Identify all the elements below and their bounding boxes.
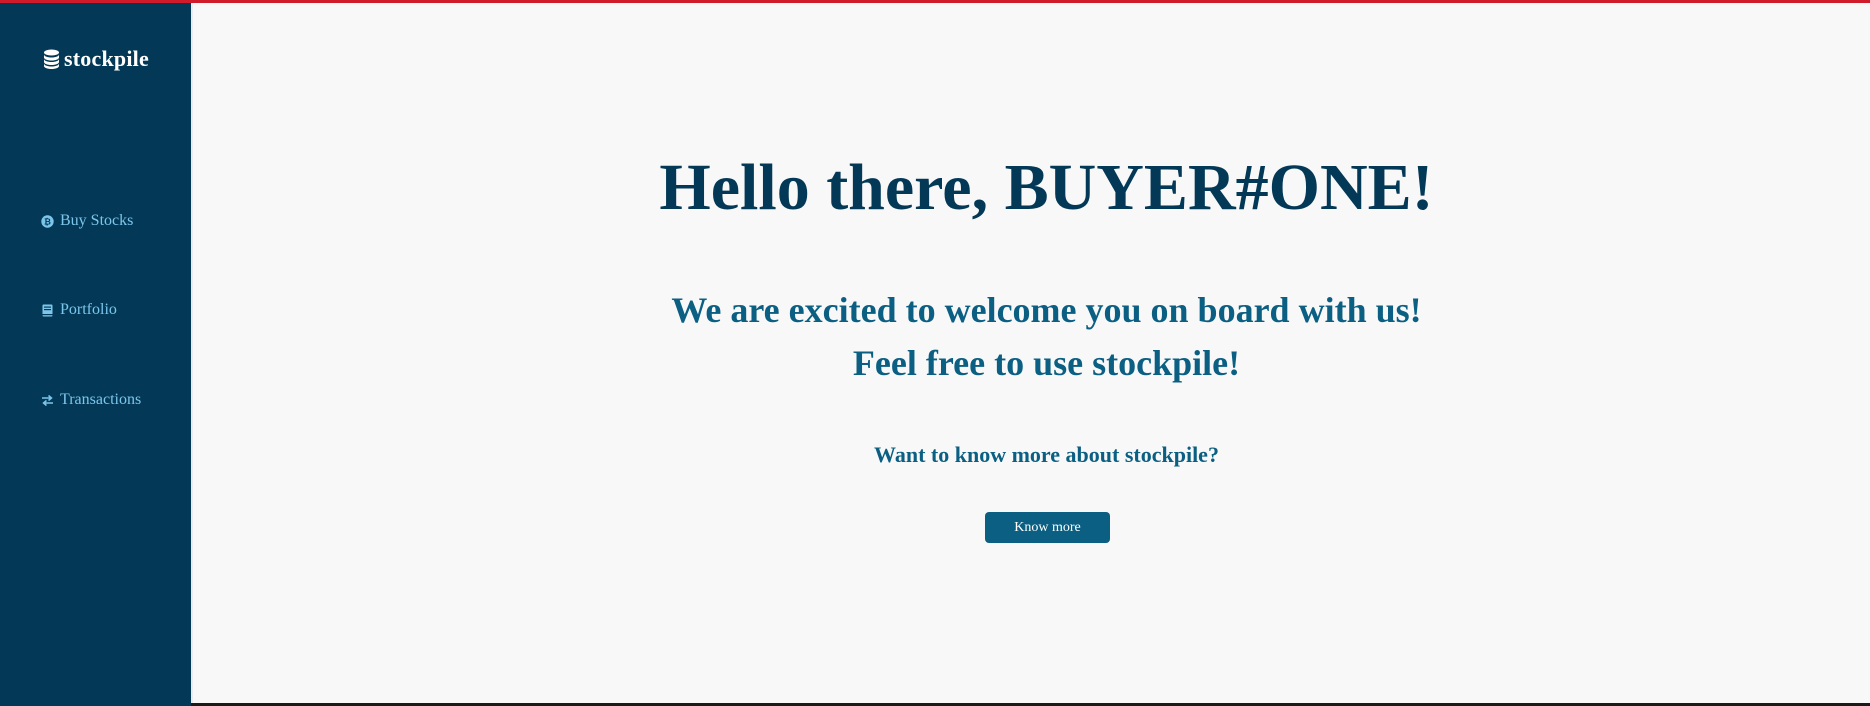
know-more-button[interactable]: Know more [985,512,1110,543]
sidebar-item-label: Transactions [60,391,142,408]
sidebar-item-buy-stocks[interactable]: ₿ Buy Stocks [41,212,133,230]
database-icon [44,49,59,69]
main-content: Hello there, BUYER#ONE! We are excited t… [193,3,1870,703]
brand-name: stockpile [64,46,149,71]
learn-more-prompt: Want to know more about stockpile? [874,442,1219,467]
brand-logo[interactable]: stockpile [43,46,149,72]
welcome-message: We are excited to welcome you on board w… [671,290,1422,330]
bitcoin-icon: ₿ [41,214,54,228]
exchange-icon [42,394,53,406]
sidebar-item-label: Portfolio [60,301,117,318]
sidebar: stockpile ₿ Buy Stocks Portfolio Transac… [0,0,191,706]
book-icon [42,304,53,316]
svg-text:₿: ₿ [44,216,51,227]
sidebar-item-portfolio[interactable]: Portfolio [41,301,117,319]
welcome-submessage: Feel free to use stockpile! [852,343,1241,383]
top-accent-bar [0,0,1870,3]
sidebar-item-transactions[interactable]: Transactions [41,391,141,409]
greeting-heading: Hello there, BUYER#ONE! [659,151,1434,224]
sidebar-item-label: Buy Stocks [60,212,134,229]
